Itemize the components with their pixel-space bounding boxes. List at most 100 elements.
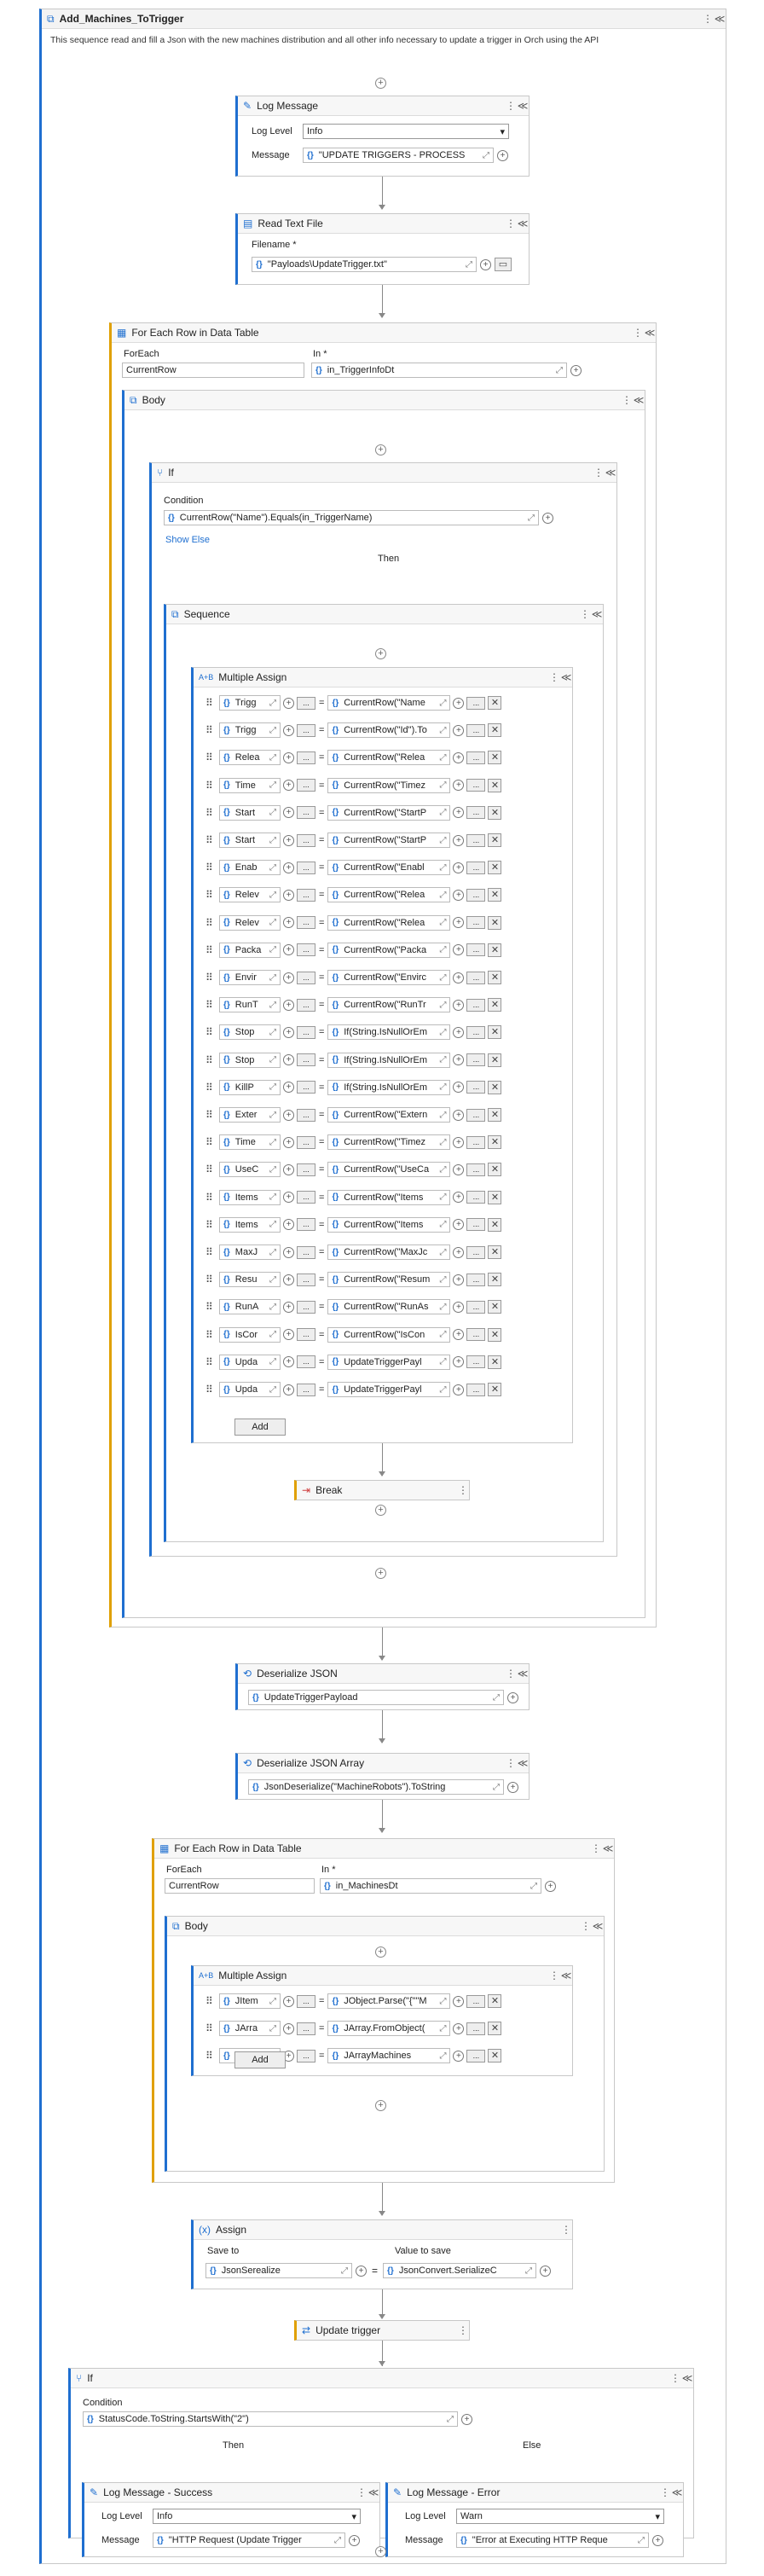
save-to-input[interactable]: {} JsonSerealize ⤢ bbox=[205, 2263, 352, 2278]
more-button[interactable]: ... bbox=[466, 833, 486, 847]
delete-row-icon[interactable]: ✕ bbox=[488, 971, 502, 984]
add-circle-icon[interactable]: + bbox=[507, 1691, 518, 1703]
add-circle-icon[interactable]: + bbox=[453, 1246, 465, 1258]
assign-value-input[interactable]: {} CurrentRow("Id").To ⤢ bbox=[327, 722, 451, 739]
expand-icon[interactable]: ⤢ bbox=[439, 699, 446, 708]
expand-icon[interactable]: ⤢ bbox=[439, 863, 446, 873]
add-circle-icon[interactable]: + bbox=[283, 1163, 294, 1175]
assign-value-input[interactable]: {} UpdateTriggerPayl ⤢ bbox=[327, 1382, 451, 1397]
expand-icon[interactable]: ⤢ bbox=[439, 918, 446, 927]
add-circle-icon[interactable]: + bbox=[542, 512, 553, 524]
expand-icon[interactable]: ⤢ bbox=[269, 1082, 276, 1092]
expand-icon[interactable]: ⤢ bbox=[439, 1220, 446, 1229]
assign-value-input[interactable]: {} If(String.IsNullOrEm ⤢ bbox=[327, 1024, 451, 1041]
delete-row-icon[interactable]: ✕ bbox=[488, 1355, 502, 1369]
add-circle-icon[interactable]: + bbox=[349, 2534, 360, 2546]
add-circle-icon[interactable]: + bbox=[356, 2265, 367, 2277]
expand-icon[interactable]: ⤢ bbox=[439, 1111, 446, 1120]
add-circle-icon[interactable]: + bbox=[283, 834, 294, 846]
assign-to-input[interactable]: {} IsCor ⤢ bbox=[219, 1326, 281, 1343]
assign-value-input[interactable]: {} CurrentRow("StartP ⤢ bbox=[327, 833, 451, 848]
expand-icon[interactable]: ⤢ bbox=[269, 1138, 276, 1147]
json-string-input[interactable]: {} UpdateTriggerPayload ⤢ bbox=[248, 1690, 504, 1705]
expand-icon[interactable]: ⤢ bbox=[269, 945, 276, 954]
add-circle-icon[interactable]: + bbox=[453, 1384, 465, 1395]
more-button[interactable]: ... bbox=[466, 2022, 486, 2035]
more-button[interactable]: ... bbox=[297, 1383, 315, 1396]
add-circle-icon[interactable]: + bbox=[283, 1026, 294, 1038]
more-options-icon[interactable]: ⋮ bbox=[702, 13, 714, 25]
delete-row-icon[interactable]: ✕ bbox=[488, 833, 502, 847]
delete-row-icon[interactable]: ✕ bbox=[488, 1994, 502, 2008]
more-button[interactable]: ... bbox=[297, 1025, 315, 1039]
add-circle-icon[interactable]: + bbox=[545, 1880, 556, 1892]
add-circle-icon[interactable]: + bbox=[453, 862, 465, 873]
expand-icon[interactable]: ⤢ bbox=[439, 973, 446, 983]
expand-icon[interactable]: ⤢ bbox=[439, 726, 446, 735]
more-button[interactable]: ... bbox=[297, 1328, 315, 1342]
drag-handle-icon[interactable]: ⠿ bbox=[205, 1384, 216, 1395]
more-options-icon[interactable]: ⋮ bbox=[560, 2224, 572, 2236]
drag-handle-icon[interactable]: ⠿ bbox=[205, 834, 216, 846]
add-circle-icon[interactable]: + bbox=[453, 834, 465, 846]
more-button[interactable]: ... bbox=[466, 696, 486, 710]
add-circle-icon[interactable]: + bbox=[453, 751, 465, 763]
expand-icon[interactable]: ⤢ bbox=[269, 753, 276, 763]
insert-activity-icon[interactable]: + bbox=[375, 2100, 386, 2111]
more-button[interactable]: ... bbox=[297, 1081, 315, 1094]
add-circle-icon[interactable]: + bbox=[283, 1301, 294, 1313]
expand-icon[interactable]: ⤢ bbox=[439, 1192, 446, 1202]
delete-row-icon[interactable]: ✕ bbox=[488, 1190, 502, 1204]
delete-row-icon[interactable]: ✕ bbox=[488, 861, 502, 875]
more-button[interactable]: ... bbox=[297, 1273, 315, 1286]
drag-handle-icon[interactable]: ⠿ bbox=[205, 724, 216, 736]
drag-handle-icon[interactable]: ⠿ bbox=[205, 697, 216, 709]
assign-to-input[interactable]: {} Start ⤢ bbox=[219, 804, 281, 821]
more-options-icon[interactable]: ⋮ bbox=[659, 2486, 671, 2498]
insert-activity-icon[interactable]: + bbox=[375, 1947, 386, 1958]
expand-icon[interactable]: ⤢ bbox=[439, 1385, 446, 1395]
add-assignment-button[interactable]: Add bbox=[234, 2051, 286, 2068]
delete-row-icon[interactable]: ✕ bbox=[488, 998, 502, 1012]
add-circle-icon[interactable]: + bbox=[453, 1082, 465, 1094]
assign-to-input[interactable]: {} Items ⤢ bbox=[219, 1216, 281, 1233]
more-button[interactable]: ... bbox=[466, 779, 486, 792]
expand-icon[interactable]: ⤢ bbox=[439, 1275, 446, 1285]
expand-icon[interactable]: ⤢ bbox=[269, 1330, 276, 1339]
add-circle-icon[interactable]: + bbox=[283, 862, 294, 873]
delete-row-icon[interactable]: ✕ bbox=[488, 751, 502, 765]
delete-row-icon[interactable]: ✕ bbox=[488, 1108, 502, 1122]
assign-value-input[interactable]: {} CurrentRow("MaxJc ⤢ bbox=[327, 1244, 451, 1260]
add-circle-icon[interactable]: + bbox=[453, 889, 465, 901]
expand-icon[interactable]: ⤢ bbox=[269, 780, 276, 790]
more-button[interactable]: ... bbox=[466, 943, 486, 957]
assign-to-input[interactable]: {} Upda ⤢ bbox=[219, 1382, 281, 1397]
assign-to-input[interactable]: {} RunA ⤢ bbox=[219, 1299, 281, 1315]
assign-to-input[interactable]: {} Resu ⤢ bbox=[219, 1272, 281, 1288]
add-circle-icon[interactable]: + bbox=[283, 1995, 294, 2007]
more-options-icon[interactable]: ⋮ bbox=[505, 1668, 517, 1680]
expand-icon[interactable]: ⤢ bbox=[269, 1248, 276, 1257]
expand-icon[interactable]: ⤢ bbox=[439, 1303, 446, 1312]
add-circle-icon[interactable]: + bbox=[283, 724, 294, 736]
assign-value-input[interactable]: {} If(String.IsNullOrEm ⤢ bbox=[327, 1052, 451, 1068]
more-button[interactable]: ... bbox=[297, 998, 315, 1012]
expand-icon[interactable]: ⤢ bbox=[528, 513, 535, 523]
assign-value-input[interactable]: {} CurrentRow("RunTr ⤢ bbox=[327, 997, 451, 1013]
collapse-icon[interactable]: ≪ bbox=[517, 1757, 529, 1769]
add-circle-icon[interactable]: + bbox=[453, 1192, 465, 1204]
more-options-icon[interactable]: ⋮ bbox=[590, 1842, 602, 1854]
more-button[interactable]: ... bbox=[466, 1025, 486, 1039]
expand-icon[interactable]: ⤢ bbox=[269, 1385, 276, 1395]
add-circle-icon[interactable]: + bbox=[283, 917, 294, 929]
more-button[interactable]: ... bbox=[466, 1108, 486, 1122]
assign-to-input[interactable]: {} Time ⤢ bbox=[219, 777, 281, 793]
expand-icon[interactable]: ⤢ bbox=[439, 1001, 446, 1010]
more-button[interactable]: ... bbox=[297, 943, 315, 957]
drag-handle-icon[interactable]: ⠿ bbox=[205, 889, 216, 901]
drag-handle-icon[interactable]: ⠿ bbox=[205, 1995, 216, 2007]
more-options-icon[interactable]: ⋮ bbox=[548, 671, 560, 683]
filename-input[interactable]: {} "Payloads\UpdateTrigger.txt" ⤢ bbox=[252, 257, 477, 272]
more-button[interactable]: ... bbox=[297, 833, 315, 847]
show-else-link[interactable]: Show Else bbox=[165, 535, 210, 545]
